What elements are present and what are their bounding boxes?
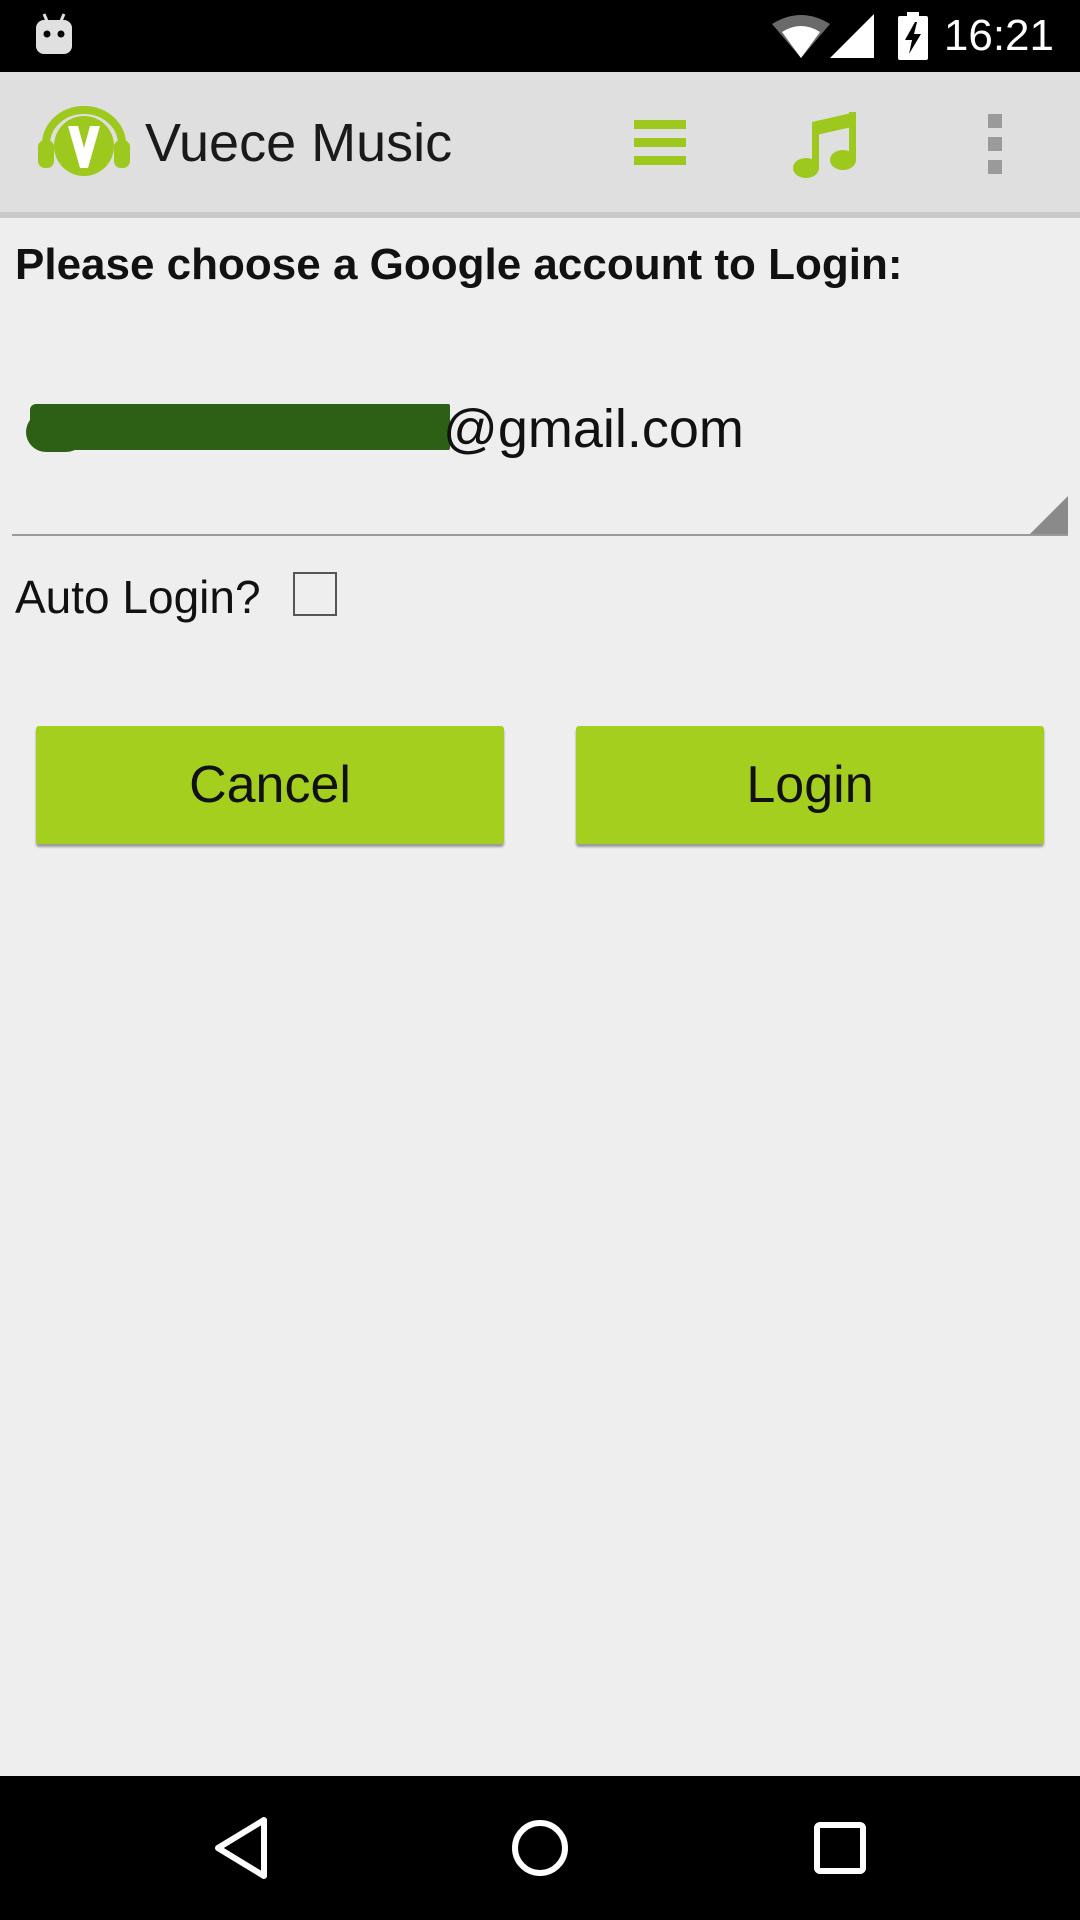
account-spinner[interactable]: @gmail.com: [12, 350, 1068, 536]
cancel-button[interactable]: Cancel: [36, 726, 504, 844]
battery-charging-icon: [898, 12, 928, 60]
recents-icon[interactable]: [810, 1816, 870, 1880]
vuece-logo-icon: [38, 106, 130, 176]
status-bar: 16:21: [0, 0, 1080, 72]
android-notification-icon: [36, 13, 72, 54]
auto-login-checkbox[interactable]: [293, 572, 337, 616]
music-note-icon[interactable]: [788, 108, 860, 180]
overflow-menu-icon[interactable]: [984, 112, 1008, 176]
auto-login-label: Auto Login?: [15, 571, 261, 623]
login-button[interactable]: Login: [576, 726, 1044, 844]
account-email-suffix: @gmail.com: [443, 399, 744, 459]
action-bar: Vuece Music: [0, 72, 1080, 218]
navigation-bar: [0, 1776, 1080, 1920]
back-icon[interactable]: [210, 1814, 274, 1882]
wifi-icon: [772, 15, 830, 58]
spinner-arrow-icon: [1030, 496, 1068, 534]
spinner-underline: [12, 534, 1068, 536]
redacted-account-name: [26, 404, 450, 452]
status-clock: 16:21: [943, 11, 1054, 60]
cell-signal-icon: [830, 14, 874, 58]
login-prompt: Please choose a Google account to Login:: [15, 240, 903, 289]
menu-icon[interactable]: [628, 112, 692, 172]
action-bar-divider: [0, 212, 1080, 218]
app-title: Vuece Music: [145, 113, 453, 173]
home-icon[interactable]: [508, 1814, 572, 1882]
